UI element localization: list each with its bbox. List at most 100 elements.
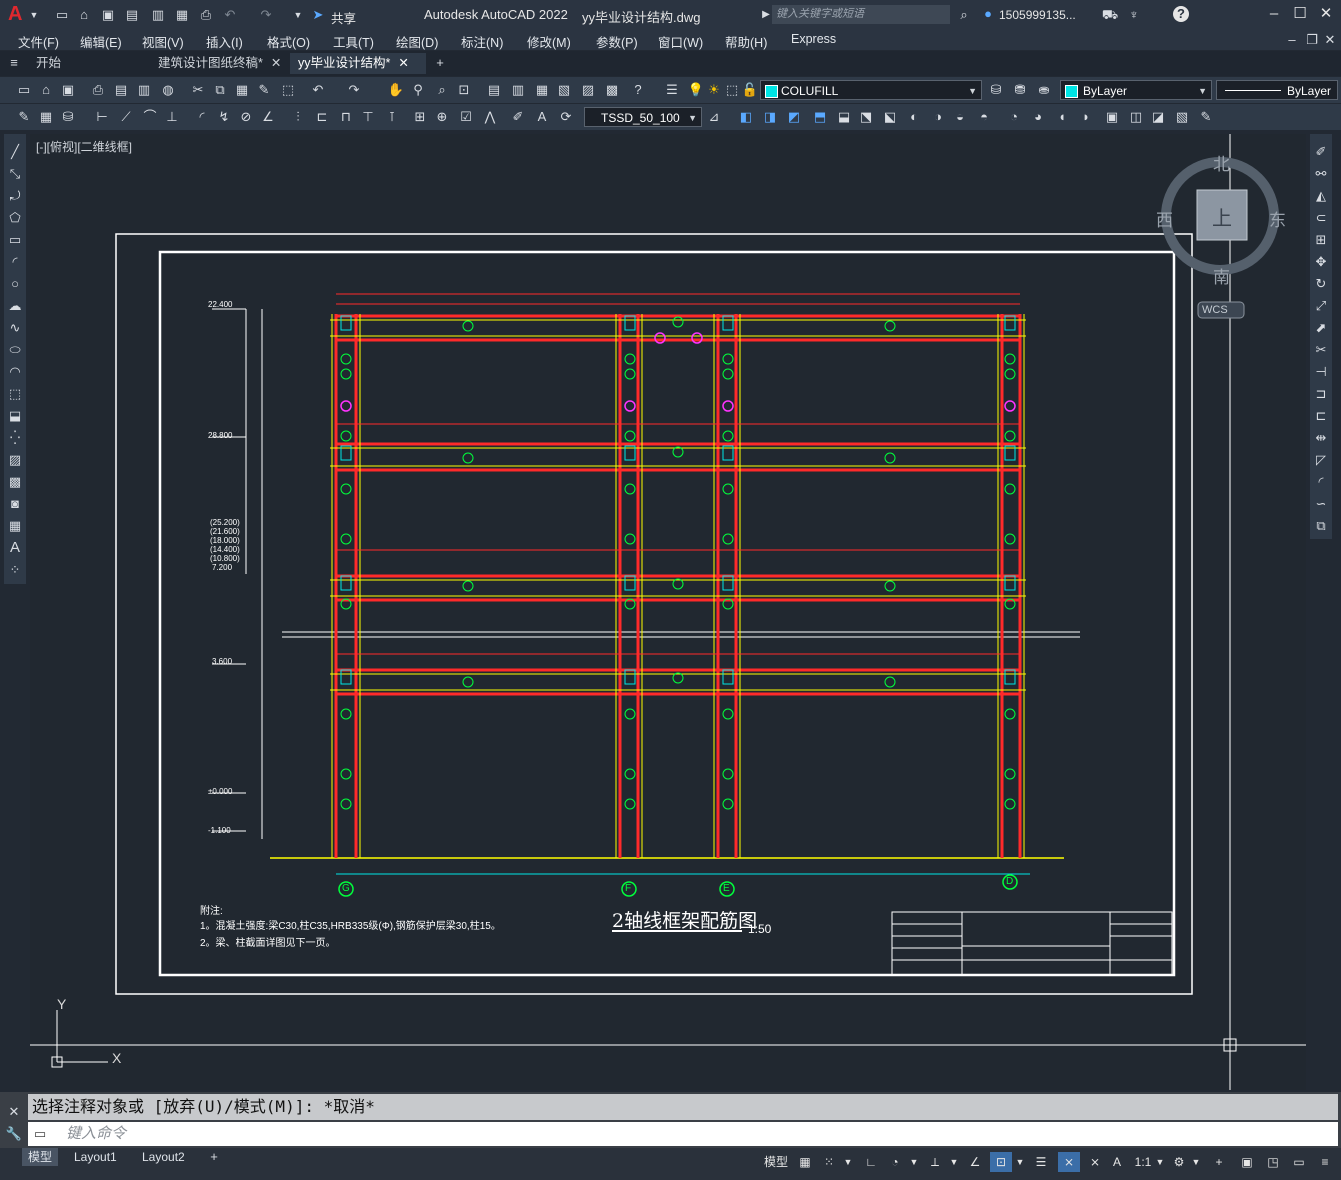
intersect-icon[interactable]: ◩ bbox=[786, 109, 802, 125]
block-editor-icon[interactable]: ⬚ bbox=[280, 82, 296, 98]
polygon-icon[interactable]: ⬠ bbox=[7, 210, 23, 226]
auto-scale-icon[interactable]: ⨯ bbox=[1086, 1152, 1104, 1172]
redo-icon[interactable]: ↷ bbox=[258, 7, 274, 23]
rotate-faces-icon[interactable]: ◐ bbox=[906, 109, 922, 125]
viewcube-east[interactable]: 东 bbox=[1269, 206, 1286, 231]
polyline-icon[interactable]: ⤾ bbox=[7, 188, 23, 204]
extrude-icon[interactable]: ⬒ bbox=[812, 109, 828, 125]
add-layout-icon[interactable]: + bbox=[206, 1149, 222, 1165]
erase-icon[interactable]: ✐ bbox=[1313, 144, 1329, 160]
dim-update-icon[interactable]: ⟳ bbox=[558, 109, 574, 125]
construction-line-icon[interactable]: ⤡ bbox=[7, 166, 23, 182]
cut-icon[interactable]: ✂ bbox=[190, 82, 206, 98]
close-icon[interactable]: ✕ bbox=[398, 56, 408, 70]
annotation-monitor-icon[interactable]: + bbox=[1210, 1152, 1228, 1172]
open-file-icon[interactable]: ⌂ bbox=[76, 7, 92, 23]
search-icon[interactable]: ⌕ bbox=[956, 7, 972, 23]
chamfer-icon[interactable]: ◸ bbox=[1313, 452, 1329, 468]
hatch-icon[interactable]: ▨ bbox=[7, 452, 23, 468]
tab-structure-drawing[interactable]: yy毕业设计结构* ✕ bbox=[290, 53, 426, 74]
blend-curves-icon[interactable]: ∽ bbox=[1313, 496, 1329, 512]
help-icon[interactable]: ? bbox=[630, 82, 646, 98]
menu-edit[interactable]: 编辑(E) bbox=[80, 32, 122, 51]
isodraft-icon[interactable]: ⟂ bbox=[926, 1152, 944, 1172]
inspect-icon[interactable]: ☑ bbox=[458, 109, 474, 125]
rotate-icon[interactable]: ↻ bbox=[1313, 276, 1329, 292]
grid-icon[interactable]: ▦ bbox=[796, 1152, 814, 1172]
lineweight-icon[interactable]: ☰ bbox=[1032, 1152, 1050, 1172]
chevron-down-icon[interactable]: ▼ bbox=[1014, 1152, 1026, 1172]
linetype-dropdown[interactable]: ByLayer bbox=[1216, 80, 1338, 100]
dim-continue-icon[interactable]: ⊓ bbox=[338, 109, 354, 125]
close-icon[interactable]: ✕ bbox=[271, 56, 281, 70]
trim-icon[interactable]: ✂ bbox=[1313, 342, 1329, 358]
tssd-table-icon[interactable]: ▦ bbox=[38, 109, 54, 125]
paste-icon[interactable]: ▦ bbox=[234, 82, 250, 98]
break-icon[interactable]: ⊏ bbox=[1313, 408, 1329, 424]
chevron-down-icon[interactable]: ▼ bbox=[1190, 1152, 1202, 1172]
fillet-icon[interactable]: ◜ bbox=[1313, 474, 1329, 490]
tab-layout1[interactable]: Layout1 bbox=[68, 1148, 123, 1166]
chevron-down-icon[interactable]: ▼ bbox=[908, 1152, 920, 1172]
section-icon[interactable]: ◪ bbox=[1150, 109, 1166, 125]
chevron-down-icon[interactable]: ▼ bbox=[1154, 1152, 1166, 1172]
dim-arc-icon[interactable]: ⌒ bbox=[142, 109, 158, 125]
layer-freeze-icon[interactable]: ☀ bbox=[706, 82, 722, 98]
layer-properties-icon[interactable]: ☰ bbox=[664, 82, 680, 98]
chevron-down-icon[interactable]: ▼ bbox=[842, 1152, 854, 1172]
stretch-icon[interactable]: ⬈ bbox=[1313, 320, 1329, 336]
dim-ordinate-icon[interactable]: ⊥ bbox=[164, 109, 180, 125]
menu-modify[interactable]: 修改(M) bbox=[527, 32, 571, 51]
tssd-layer-icon[interactable]: ⛁ bbox=[60, 109, 76, 125]
dwf-icon[interactable]: ◍ bbox=[160, 82, 176, 98]
slice-icon[interactable]: ◫ bbox=[1128, 109, 1144, 125]
subtract-icon[interactable]: ◨ bbox=[762, 109, 778, 125]
mirror-icon[interactable]: ◭ bbox=[1313, 188, 1329, 204]
shell-icon[interactable]: ◗ bbox=[1078, 109, 1094, 125]
break-point-icon[interactable]: ⊐ bbox=[1313, 386, 1329, 402]
zoom-realtime-icon[interactable]: ⚲ bbox=[410, 82, 426, 98]
doc-close-icon[interactable]: ✕ bbox=[1322, 32, 1338, 48]
qat-dropdown-icon[interactable]: ▼ bbox=[290, 7, 306, 23]
dim-edit-icon[interactable]: ✐ bbox=[510, 109, 526, 125]
dim-diameter-icon[interactable]: ⊘ bbox=[238, 109, 254, 125]
command-input[interactable]: 键入命令 bbox=[28, 1122, 1338, 1146]
tab-layout2[interactable]: Layout2 bbox=[136, 1148, 191, 1166]
menu-format[interactable]: 格式(O) bbox=[267, 32, 310, 51]
dim-text-edit-icon[interactable]: A bbox=[534, 109, 550, 125]
clean-icon[interactable]: ◕ bbox=[1030, 109, 1046, 125]
model-space-button[interactable]: 模型 bbox=[762, 1152, 790, 1172]
viewcube-north[interactable]: 北 bbox=[1213, 150, 1230, 175]
publish-icon[interactable]: ▥ bbox=[136, 82, 152, 98]
tool-palettes-icon[interactable]: ▦ bbox=[534, 82, 550, 98]
share-icon[interactable]: ➤ bbox=[310, 7, 326, 23]
dim-style-icon[interactable]: ⊿ bbox=[706, 109, 722, 125]
dim-aligned-icon[interactable]: ⟋ bbox=[118, 109, 134, 125]
separate-icon[interactable]: ◖ bbox=[1054, 109, 1070, 125]
user-name[interactable]: 1505999135... bbox=[999, 8, 1076, 22]
markup-icon[interactable]: ▨ bbox=[580, 82, 596, 98]
join-icon[interactable]: ⇹ bbox=[1313, 430, 1329, 446]
make-current-layer-icon[interactable]: ⛁ bbox=[988, 82, 1004, 98]
taper-faces-icon[interactable]: ◑ bbox=[930, 109, 946, 125]
check-icon[interactable]: ▣ bbox=[1104, 109, 1120, 125]
dim-linear-icon[interactable]: ⊢ bbox=[94, 109, 110, 125]
tab-start[interactable]: 开始 bbox=[28, 53, 136, 74]
save-icon[interactable]: ▣ bbox=[60, 82, 76, 98]
chevron-down-icon[interactable]: ▼ bbox=[948, 1152, 960, 1172]
union-icon[interactable]: ◧ bbox=[738, 109, 754, 125]
move-icon[interactable]: ✥ bbox=[1313, 254, 1329, 270]
array-icon[interactable]: ⊞ bbox=[1313, 232, 1329, 248]
tssd-edit-icon[interactable]: ✎ bbox=[16, 109, 32, 125]
tolerance-icon[interactable]: ⊞ bbox=[412, 109, 428, 125]
zoom-previous-icon[interactable]: ⊡ bbox=[456, 82, 472, 98]
wcs-label[interactable]: WCS bbox=[1202, 304, 1228, 316]
dim-radius-icon[interactable]: ◜ bbox=[194, 109, 210, 125]
tab-architecture-drawing[interactable]: 建筑设计图纸终稿* ✕ bbox=[150, 53, 288, 74]
table-icon[interactable]: ▦ bbox=[7, 518, 23, 534]
menu-express[interactable]: Express bbox=[791, 32, 836, 46]
center-mark-icon[interactable]: ⊕ bbox=[434, 109, 450, 125]
menu-window[interactable]: 窗口(W) bbox=[658, 32, 703, 51]
menu-draw[interactable]: 绘图(D) bbox=[396, 32, 438, 51]
layer-viewport-icon[interactable]: ⬚ bbox=[724, 82, 740, 98]
